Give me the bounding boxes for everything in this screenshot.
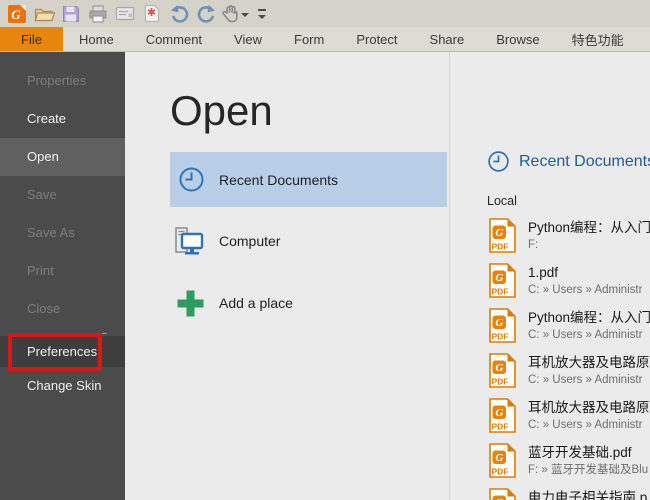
file-title: 耳机放大器及电路原 (528, 354, 650, 372)
svg-text:PDF: PDF (492, 467, 509, 477)
open-pane: Open Recent Documents Computer (170, 52, 448, 500)
place-computer[interactable]: Computer (170, 220, 447, 262)
sidebar-menu-item[interactable]: Open (0, 138, 125, 176)
recent-documents-header: Recent Documents (487, 150, 650, 173)
file-path: C: » Users » Administr (528, 282, 642, 298)
undo-icon[interactable] (168, 3, 190, 25)
svg-text:PDF: PDF (492, 422, 509, 432)
file-path: C: » Users » Administr (528, 417, 650, 433)
quick-access-toolbar: G (0, 0, 650, 27)
recent-file-item[interactable]: G PDF 耳机放大器及电路原 C: » Users » Administr (489, 353, 650, 391)
open-folder-icon[interactable] (33, 3, 55, 25)
place-add-a-place[interactable]: Add a place (170, 282, 447, 324)
file-title: Python编程：从入门 (528, 309, 650, 327)
ribbon-tab[interactable]: Protect (340, 27, 413, 51)
clock-icon (178, 166, 205, 193)
pdf-file-icon: G PDF (489, 218, 516, 253)
svg-text:G: G (495, 362, 503, 374)
customize-toolbar-icon[interactable] (258, 9, 266, 19)
svg-text:PDF: PDF (492, 242, 509, 252)
file-path: C: » Users » Administr (528, 372, 650, 388)
recent-file-item[interactable]: G PDF Python编程：从入门 F: (489, 218, 650, 256)
file-path: F: » 蓝牙开发基础及Blu (528, 462, 648, 478)
place-label: Add a place (219, 295, 293, 311)
pdf-file-icon: G PDF (489, 353, 516, 388)
pdf-file-icon: G PDF (489, 488, 516, 500)
print-icon[interactable] (87, 3, 109, 25)
foxit-app-icon[interactable]: G (6, 3, 28, 25)
place-label: Computer (219, 233, 280, 249)
sidebar-menu-item[interactable]: Print (0, 252, 125, 290)
recent-documents-panel: Recent Documents Local G PDF Python编程：从入… (450, 52, 650, 500)
file-menu-sidebar: PropertiesCreateOpenSaveSave AsPrintClos… (0, 52, 125, 500)
svg-text:PDF: PDF (492, 377, 509, 387)
svg-text:G: G (495, 407, 503, 419)
recent-documents-title: Recent Documents (519, 153, 650, 171)
new-document-icon[interactable] (141, 3, 163, 25)
sidebar-menu-item[interactable]: Close (0, 290, 125, 328)
ribbon-tab-bar: FileHomeCommentViewFormProtectShareBrows… (0, 27, 650, 52)
pdf-file-icon: G PDF (489, 263, 516, 298)
file-title: Python编程：从入门 (528, 219, 650, 237)
ribbon-tab[interactable]: Home (63, 27, 130, 51)
recent-file-item[interactable]: G PDF 电力电子相关指南.p (489, 488, 650, 500)
svg-text:G: G (495, 452, 503, 464)
file-backstage: PropertiesCreateOpenSaveSave AsPrintClos… (0, 52, 650, 500)
pdf-file-icon: G PDF (489, 443, 516, 478)
email-icon[interactable] (114, 3, 136, 25)
file-title: 耳机放大器及电路原 (528, 399, 650, 417)
sidebar-menu-item[interactable]: Save As (0, 214, 125, 252)
place-label: Recent Documents (219, 172, 338, 188)
recent-file-item[interactable]: G PDF 蓝牙开发基础.pdf F: » 蓝牙开发基础及Blu (489, 443, 650, 481)
file-title: 1.pdf (528, 264, 642, 282)
red-annotation-rectangle (8, 333, 102, 371)
recent-file-list: G PDF Python编程：从入门 F: G PDF 1.pdf C: (489, 218, 650, 500)
recent-file-item[interactable]: G PDF 1.pdf C: » Users » Administr (489, 263, 650, 301)
sidebar-menu-item[interactable]: Create (0, 100, 125, 138)
svg-text:G: G (495, 272, 503, 284)
file-title: 电力电子相关指南.p (528, 489, 647, 500)
svg-text:G: G (495, 227, 503, 239)
page-title: Open (170, 88, 273, 134)
recent-file-item[interactable]: G PDF 耳机放大器及电路原 C: » Users » Administr (489, 398, 650, 436)
hand-dropdown-caret-icon[interactable] (241, 13, 249, 17)
svg-text:PDF: PDF (492, 332, 509, 342)
ribbon-tab[interactable]: View (218, 27, 278, 51)
svg-text:PDF: PDF (492, 287, 509, 297)
svg-text:G: G (11, 7, 21, 22)
save-icon[interactable] (60, 3, 82, 25)
sidebar-menu-item[interactable]: Save (0, 176, 125, 214)
pdf-file-icon: G PDF (489, 308, 516, 343)
file-path: F: (528, 237, 650, 253)
file-title: 蓝牙开发基础.pdf (528, 444, 648, 462)
redo-icon[interactable] (195, 3, 217, 25)
ribbon-tab[interactable]: Comment (130, 27, 218, 51)
computer-icon (173, 226, 205, 256)
place-recent-documents[interactable]: Recent Documents (170, 152, 447, 207)
clock-icon (487, 150, 510, 173)
hand-tool-button[interactable] (222, 4, 249, 23)
group-label-local: Local (487, 194, 517, 208)
recent-file-item[interactable]: G PDF Python编程：从入门 C: » Users » Administ… (489, 308, 650, 346)
ribbon-tab[interactable]: Browse (480, 27, 555, 51)
hand-tool-icon (222, 4, 239, 23)
ribbon-tab[interactable]: Form (278, 27, 340, 51)
pdf-file-icon: G PDF (489, 398, 516, 433)
svg-text:G: G (495, 317, 503, 329)
ribbon-tab[interactable]: 特色功能 (556, 27, 640, 51)
ribbon-tab[interactable]: Share (414, 27, 481, 51)
sidebar-menu-item[interactable]: Properties (0, 62, 125, 100)
sidebar-menu-item[interactable]: Change Skin (0, 367, 125, 405)
green-plus-icon (176, 289, 205, 318)
file-path: C: » Users » Administr (528, 327, 650, 343)
ribbon-tab[interactable]: File (0, 27, 63, 51)
